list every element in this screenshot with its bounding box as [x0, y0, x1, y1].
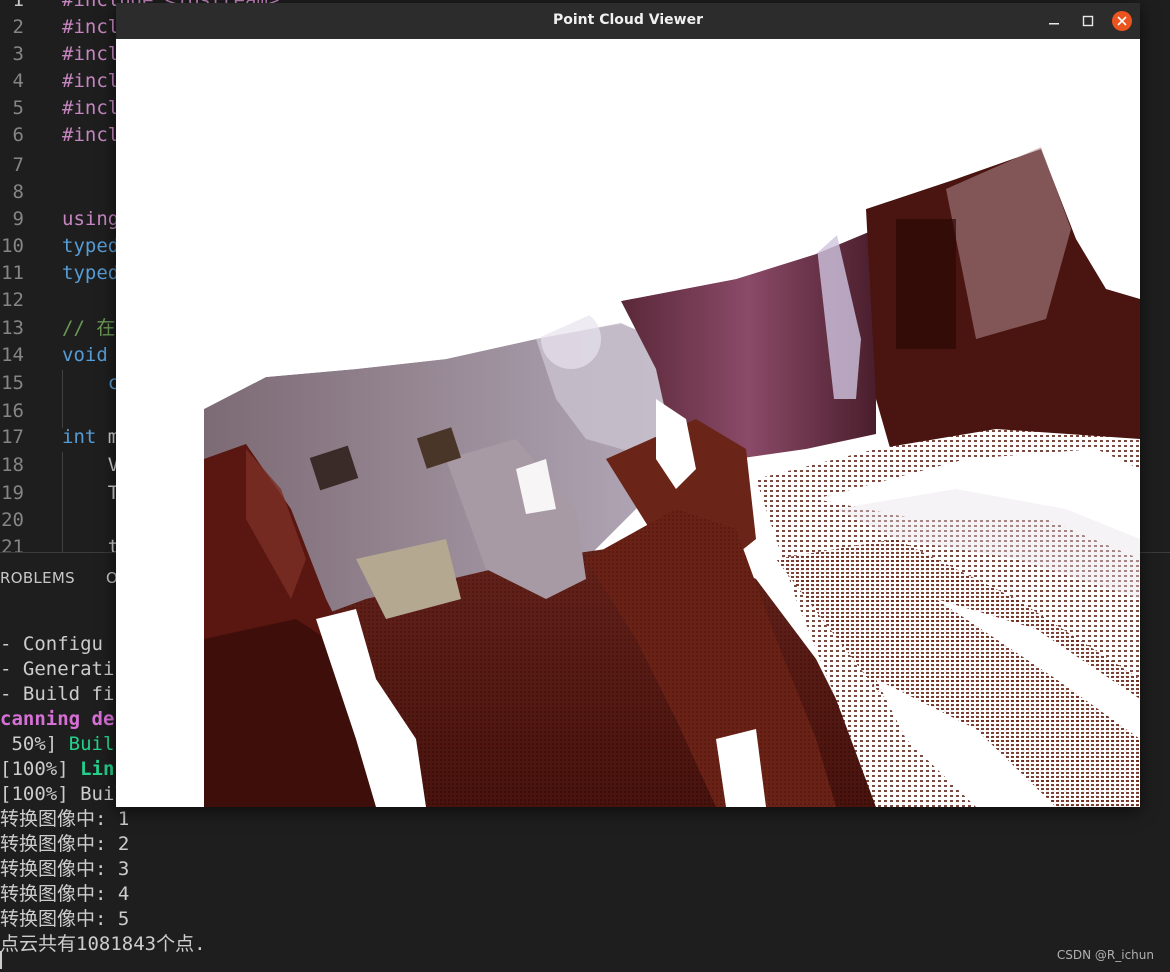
terminal-text: - Configu: [0, 633, 103, 655]
line-number: 11: [1, 262, 24, 284]
code-token: #incl: [62, 97, 120, 119]
code-text: typed: [62, 260, 119, 287]
minimize-button[interactable]: [1044, 11, 1064, 31]
close-icon: [1117, 16, 1127, 26]
terminal-text: 转换图像中: 1: [0, 808, 130, 830]
close-button[interactable]: [1112, 11, 1132, 31]
point-cloud-render: [116, 39, 1140, 807]
terminal-text: - Generati: [0, 658, 115, 680]
code-text: using: [62, 206, 119, 233]
maximize-button[interactable]: [1078, 11, 1098, 31]
terminal-text: - Build fi: [0, 683, 115, 705]
terminal-text: 转换图像中: 2: [0, 833, 130, 855]
terminal-text: 50%]: [0, 733, 69, 755]
line-number: 8: [12, 181, 24, 203]
line-number: 18: [1, 454, 24, 476]
code-token: V: [62, 454, 120, 476]
terminal-line: 转换图像中: 3: [0, 857, 1170, 882]
line-number: 7: [12, 154, 24, 176]
tab-problems[interactable]: ROBLEMS: [0, 569, 75, 587]
line-number: 20: [1, 509, 24, 531]
terminal-line: 转换图像中: 4: [0, 882, 1170, 907]
line-number: 13: [1, 317, 24, 339]
code-token: #incl: [62, 70, 120, 92]
code-text: #incl: [62, 95, 119, 122]
window-titlebar[interactable]: Point Cloud Viewer: [116, 3, 1140, 40]
line-number: 19: [1, 482, 24, 504]
code-text: T: [62, 480, 119, 507]
point-cloud-viewer-window[interactable]: Point Cloud Viewer: [116, 3, 1140, 807]
code-text: #incl: [62, 122, 119, 149]
code-text: // 在: [62, 315, 115, 342]
maximize-icon: [1082, 15, 1094, 27]
line-number: 2: [12, 16, 24, 38]
code-token: typed: [62, 262, 120, 284]
line-number: 1: [12, 0, 24, 11]
terminal-text: canning de: [0, 708, 115, 730]
code-text: V: [62, 452, 119, 479]
code-text: void: [62, 342, 119, 369]
watermark: CSDN @R_ichun: [1056, 948, 1154, 962]
minimize-icon: [1049, 23, 1059, 25]
line-number: 10: [1, 235, 24, 257]
line-number: 4: [12, 70, 24, 92]
code-token: using: [62, 208, 120, 230]
code-token: // 在: [62, 317, 116, 339]
code-text: c: [62, 370, 119, 397]
terminal-text: 点云共有1081843个点.: [0, 933, 206, 955]
indent-guide: [62, 370, 63, 428]
line-number: 9: [12, 208, 24, 230]
code-text: #incl: [62, 68, 119, 95]
code-text: int m: [62, 424, 119, 451]
code-token: void: [62, 344, 120, 366]
terminal-text: 转换图像中: 3: [0, 858, 130, 880]
line-number: 3: [12, 43, 24, 65]
terminal-line: 点云共有1081843个点.: [0, 932, 1170, 957]
terminal-line: 转换图像中: 5: [0, 907, 1170, 932]
code-text: #incl: [62, 41, 119, 68]
terminal-text: [100%]: [0, 758, 81, 780]
code-token: int: [62, 426, 97, 448]
line-number: 12: [1, 289, 24, 311]
code-token: #incl: [62, 16, 120, 38]
point-cloud-viewport[interactable]: [116, 39, 1140, 807]
line-number: 17: [1, 426, 24, 448]
indent-guide: [62, 452, 63, 552]
code-token: #incl: [62, 43, 120, 65]
terminal-text: 转换图像中: 4: [0, 883, 130, 905]
code-token: c: [62, 372, 120, 394]
terminal-line: 转换图像中: 1: [0, 807, 1170, 832]
code-token: typed: [62, 235, 120, 257]
line-number: 6: [12, 124, 24, 146]
terminal-line: 转换图像中: 2: [0, 832, 1170, 857]
line-number: 5: [12, 97, 24, 119]
window-title: Point Cloud Viewer: [553, 12, 703, 28]
terminal-cursor: [0, 951, 2, 969]
line-number: 15: [1, 372, 24, 394]
code-token: #incl: [62, 124, 120, 146]
terminal-text: Buil: [68, 733, 115, 755]
code-token: T: [62, 482, 120, 504]
terminal-text: [100%] Buil: [0, 783, 126, 805]
terminal-text: 转换图像中: 5: [0, 908, 130, 930]
code-text: typed: [62, 233, 119, 260]
line-number: 14: [1, 344, 24, 366]
line-number: 16: [1, 400, 24, 422]
code-text: #incl: [62, 14, 119, 41]
